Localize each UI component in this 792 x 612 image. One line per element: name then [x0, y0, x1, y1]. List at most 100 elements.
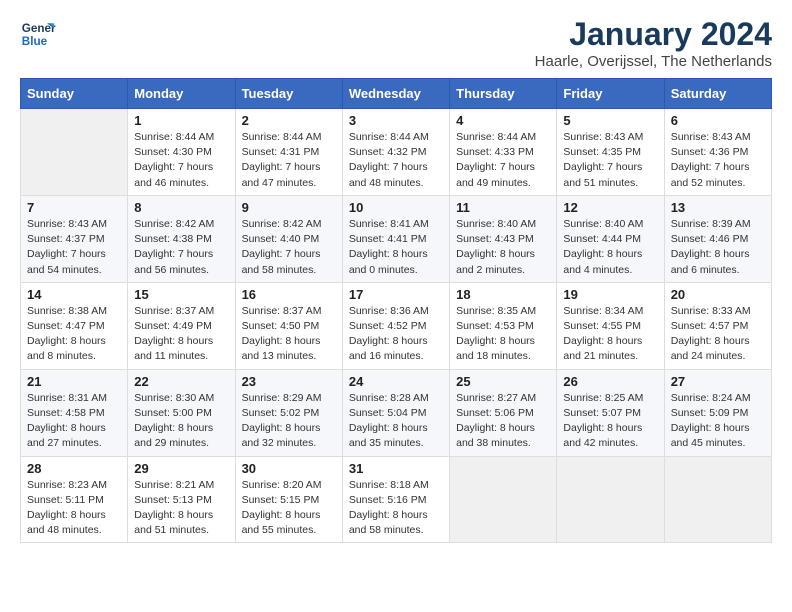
day-info: Sunrise: 8:35 AMSunset: 4:53 PMDaylight:…: [456, 304, 550, 365]
week-row-5: 28Sunrise: 8:23 AMSunset: 5:11 PMDayligh…: [21, 456, 772, 543]
day-info: Sunrise: 8:24 AMSunset: 5:09 PMDaylight:…: [671, 391, 765, 452]
day-number: 6: [671, 113, 765, 128]
day-info: Sunrise: 8:44 AMSunset: 4:31 PMDaylight:…: [242, 130, 336, 191]
calendar-cell: 16 Sunrise: 8:37 AMSunset: 4:50 PMDayligh…: [235, 282, 342, 369]
day-info: Sunrise: 8:41 AMSunset: 4:41 PMDaylight:…: [349, 217, 443, 278]
calendar-cell: 5 Sunrise: 8:43 AMSunset: 4:35 PMDaylight…: [557, 109, 664, 196]
day-info: Sunrise: 8:30 AMSunset: 5:00 PMDaylight:…: [134, 391, 228, 452]
calendar-cell: [557, 456, 664, 543]
day-number: 27: [671, 374, 765, 389]
day-number: 21: [27, 374, 121, 389]
calendar-cell: 18 Sunrise: 8:35 AMSunset: 4:53 PMDayligh…: [450, 282, 557, 369]
day-info: Sunrise: 8:39 AMSunset: 4:46 PMDaylight:…: [671, 217, 765, 278]
calendar-cell: 26 Sunrise: 8:25 AMSunset: 5:07 PMDayligh…: [557, 369, 664, 456]
calendar-cell: 15 Sunrise: 8:37 AMSunset: 4:49 PMDayligh…: [128, 282, 235, 369]
header-saturday: Saturday: [664, 79, 771, 109]
day-number: 25: [456, 374, 550, 389]
day-number: 3: [349, 113, 443, 128]
day-number: 16: [242, 287, 336, 302]
calendar-cell: 24 Sunrise: 8:28 AMSunset: 5:04 PMDayligh…: [342, 369, 449, 456]
day-number: 26: [563, 374, 657, 389]
day-number: 14: [27, 287, 121, 302]
day-number: 23: [242, 374, 336, 389]
header-monday: Monday: [128, 79, 235, 109]
calendar-cell: 3 Sunrise: 8:44 AMSunset: 4:32 PMDaylight…: [342, 109, 449, 196]
day-info: Sunrise: 8:44 AMSunset: 4:30 PMDaylight:…: [134, 130, 228, 191]
calendar-cell: 23 Sunrise: 8:29 AMSunset: 5:02 PMDayligh…: [235, 369, 342, 456]
day-info: Sunrise: 8:33 AMSunset: 4:57 PMDaylight:…: [671, 304, 765, 365]
day-info: Sunrise: 8:36 AMSunset: 4:52 PMDaylight:…: [349, 304, 443, 365]
calendar-cell: 4Sunrise: 8:44 AMSunset: 4:33 PMDaylight…: [450, 109, 557, 196]
day-info: Sunrise: 8:28 AMSunset: 5:04 PMDaylight:…: [349, 391, 443, 452]
day-info: Sunrise: 8:40 AMSunset: 4:43 PMDaylight:…: [456, 217, 550, 278]
calendar-cell: 8 Sunrise: 8:42 AMSunset: 4:38 PMDaylight…: [128, 195, 235, 282]
calendar-cell: 13 Sunrise: 8:39 AMSunset: 4:46 PMDayligh…: [664, 195, 771, 282]
day-info: Sunrise: 8:34 AMSunset: 4:55 PMDaylight:…: [563, 304, 657, 365]
title-block: January 2024 Haarle, Overijssel, The Net…: [535, 16, 772, 70]
day-number: 7: [27, 200, 121, 215]
calendar-cell: 19 Sunrise: 8:34 AMSunset: 4:55 PMDayligh…: [557, 282, 664, 369]
calendar-cell: [21, 109, 128, 196]
calendar-cell: 20Sunrise: 8:33 AMSunset: 4:57 PMDayligh…: [664, 282, 771, 369]
day-info: Sunrise: 8:44 AMSunset: 4:33 PMDaylight:…: [456, 130, 550, 191]
subtitle: Haarle, Overijssel, The Netherlands: [535, 53, 772, 70]
calendar-cell: 14Sunrise: 8:38 AMSunset: 4:47 PMDayligh…: [21, 282, 128, 369]
day-info: Sunrise: 8:31 AMSunset: 4:58 PMDaylight:…: [27, 391, 121, 452]
calendar-body: 1 Sunrise: 8:44 AMSunset: 4:30 PMDaylight…: [21, 109, 772, 543]
day-info: Sunrise: 8:43 AMSunset: 4:35 PMDaylight:…: [563, 130, 657, 191]
day-number: 19: [563, 287, 657, 302]
calendar-cell: 22 Sunrise: 8:30 AMSunset: 5:00 PMDayligh…: [128, 369, 235, 456]
day-info: Sunrise: 8:42 AMSunset: 4:38 PMDaylight:…: [134, 217, 228, 278]
day-info: Sunrise: 8:43 AMSunset: 4:36 PMDaylight:…: [671, 130, 765, 191]
day-number: 11: [456, 200, 550, 215]
calendar-cell: 17 Sunrise: 8:36 AMSunset: 4:52 PMDayligh…: [342, 282, 449, 369]
day-number: 29: [134, 461, 228, 476]
logo-icon: General Blue: [20, 16, 56, 52]
header-thursday: Thursday: [450, 79, 557, 109]
day-number: 8: [134, 200, 228, 215]
day-number: 12: [563, 200, 657, 215]
day-number: 5: [563, 113, 657, 128]
day-number: 18: [456, 287, 550, 302]
calendar-cell: 31Sunrise: 8:18 AMSunset: 5:16 PMDayligh…: [342, 456, 449, 543]
day-info: Sunrise: 8:44 AMSunset: 4:32 PMDaylight:…: [349, 130, 443, 191]
main-title: January 2024: [535, 16, 772, 53]
day-number: 13: [671, 200, 765, 215]
day-info: Sunrise: 8:23 AMSunset: 5:11 PMDaylight:…: [27, 478, 121, 539]
calendar-table: SundayMondayTuesdayWednesdayThursdayFrid…: [20, 78, 772, 543]
week-row-3: 14Sunrise: 8:38 AMSunset: 4:47 PMDayligh…: [21, 282, 772, 369]
day-number: 2: [242, 113, 336, 128]
day-number: 10: [349, 200, 443, 215]
page-header: General Blue January 2024 Haarle, Overij…: [20, 16, 772, 70]
day-number: 22: [134, 374, 228, 389]
day-info: Sunrise: 8:25 AMSunset: 5:07 PMDaylight:…: [563, 391, 657, 452]
header-tuesday: Tuesday: [235, 79, 342, 109]
calendar-cell: [664, 456, 771, 543]
calendar-cell: 27 Sunrise: 8:24 AMSunset: 5:09 PMDayligh…: [664, 369, 771, 456]
day-number: 9: [242, 200, 336, 215]
day-info: Sunrise: 8:37 AMSunset: 4:49 PMDaylight:…: [134, 304, 228, 365]
week-row-4: 21 Sunrise: 8:31 AMSunset: 4:58 PMDayligh…: [21, 369, 772, 456]
calendar-cell: 30Sunrise: 8:20 AMSunset: 5:15 PMDayligh…: [235, 456, 342, 543]
calendar-cell: 6 Sunrise: 8:43 AMSunset: 4:36 PMDaylight…: [664, 109, 771, 196]
calendar-header-row: SundayMondayTuesdayWednesdayThursdayFrid…: [21, 79, 772, 109]
day-info: Sunrise: 8:43 AMSunset: 4:37 PMDaylight:…: [27, 217, 121, 278]
calendar-cell: [450, 456, 557, 543]
header-sunday: Sunday: [21, 79, 128, 109]
day-info: Sunrise: 8:29 AMSunset: 5:02 PMDaylight:…: [242, 391, 336, 452]
calendar-cell: 1 Sunrise: 8:44 AMSunset: 4:30 PMDaylight…: [128, 109, 235, 196]
day-number: 1: [134, 113, 228, 128]
header-friday: Friday: [557, 79, 664, 109]
day-info: Sunrise: 8:27 AMSunset: 5:06 PMDaylight:…: [456, 391, 550, 452]
day-number: 15: [134, 287, 228, 302]
week-row-1: 1 Sunrise: 8:44 AMSunset: 4:30 PMDaylight…: [21, 109, 772, 196]
header-wednesday: Wednesday: [342, 79, 449, 109]
day-number: 17: [349, 287, 443, 302]
day-info: Sunrise: 8:37 AMSunset: 4:50 PMDaylight:…: [242, 304, 336, 365]
calendar-cell: 2 Sunrise: 8:44 AMSunset: 4:31 PMDaylight…: [235, 109, 342, 196]
day-number: 24: [349, 374, 443, 389]
calendar-cell: 21 Sunrise: 8:31 AMSunset: 4:58 PMDayligh…: [21, 369, 128, 456]
day-info: Sunrise: 8:40 AMSunset: 4:44 PMDaylight:…: [563, 217, 657, 278]
calendar-cell: 11 Sunrise: 8:40 AMSunset: 4:43 PMDayligh…: [450, 195, 557, 282]
calendar-cell: 10 Sunrise: 8:41 AMSunset: 4:41 PMDayligh…: [342, 195, 449, 282]
